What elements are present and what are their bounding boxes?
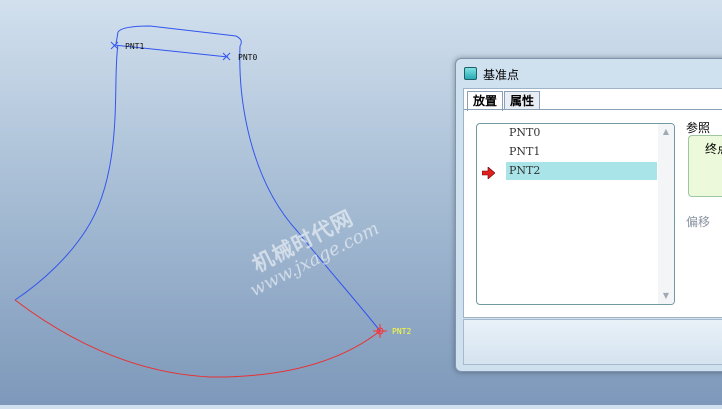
reference-value: 终点 — [705, 142, 722, 156]
dialog-title-bar[interactable]: 基准点 — [456, 59, 722, 87]
pnt2-marker[interactable]: PNT2 — [373, 324, 411, 338]
bottom-arc[interactable] — [14, 299, 381, 378]
left-side-curve[interactable] — [14, 44, 119, 301]
list-scrollbar[interactable]: ▲ ▼ — [658, 124, 674, 304]
pnt0-label: PNT0 — [238, 53, 257, 62]
reference-collector[interactable]: 终点 — [688, 135, 722, 197]
datum-point-dialog: 基准点 放置 属性 PNT0 PNT1 PNT2 ▲ ▼ 参照 终点 偏移 — [455, 58, 722, 372]
points-listbox[interactable]: PNT0 PNT1 PNT2 ▲ ▼ — [476, 123, 675, 305]
offset-label: 偏移 — [686, 215, 711, 229]
list-item-pnt2[interactable]: PNT2 — [506, 162, 657, 180]
tab-placement[interactable]: 放置 — [467, 91, 504, 111]
scroll-down-icon[interactable]: ▼ — [661, 291, 671, 301]
dialog-button-bar — [463, 319, 722, 365]
list-item-pnt1[interactable]: PNT1 — [506, 143, 657, 161]
dialog-title: 基准点 — [483, 68, 520, 82]
datum-point-icon — [464, 67, 477, 80]
placement-panel: 放置 属性 PNT0 PNT1 PNT2 ▲ ▼ 参照 终点 偏移 — [463, 88, 722, 318]
pnt1-marker[interactable]: PNT1 — [110, 41, 144, 51]
tab-divider — [464, 109, 722, 110]
reference-label: 参照 — [686, 121, 711, 135]
pnt0-marker[interactable]: PNT0 — [222, 52, 257, 62]
right-side-curve[interactable] — [239, 45, 381, 332]
dialog-tabs: 放置 属性 — [467, 91, 541, 111]
current-item-arrow-icon — [482, 167, 495, 179]
tab-properties[interactable]: 属性 — [504, 91, 541, 110]
list-item-pnt0[interactable]: PNT0 — [506, 124, 657, 142]
scroll-up-icon[interactable]: ▲ — [661, 127, 671, 137]
pnt2-label: PNT2 — [392, 327, 411, 336]
pnt1-label: PNT1 — [125, 42, 144, 51]
